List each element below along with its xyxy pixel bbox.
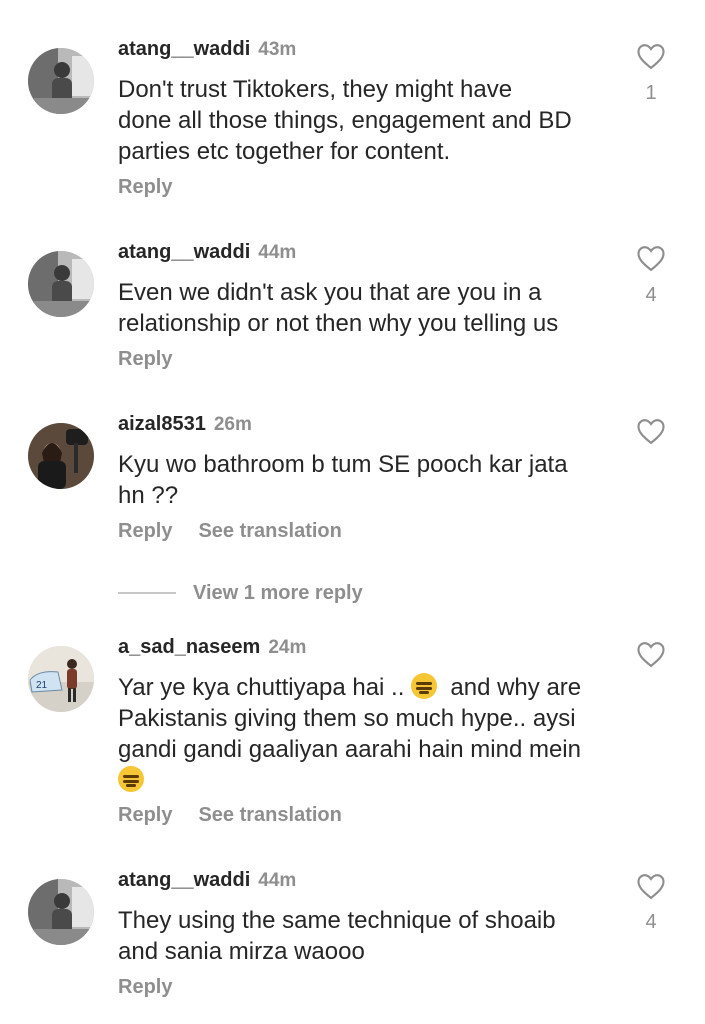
- divider-line: [118, 592, 176, 594]
- avatar-image: 21: [28, 646, 94, 712]
- see-translation-button[interactable]: See translation: [198, 520, 341, 542]
- like-button[interactable]: [636, 42, 666, 70]
- comment-text-part: Pakistanis giving them so much hype.. ay…: [118, 705, 581, 763]
- like-button[interactable]: [636, 872, 666, 900]
- comment-text: They using the same technique of shoaib …: [118, 907, 556, 965]
- expressionless-face-icon: [411, 673, 438, 699]
- timestamp: 43m: [258, 39, 297, 60]
- reply-button[interactable]: Reply: [118, 976, 172, 998]
- like-count: 4: [645, 911, 657, 933]
- reply-button[interactable]: Reply: [118, 804, 172, 826]
- comment-actions: Reply See translation: [118, 520, 342, 543]
- comment-text: Even we didn't ask you that are you in a…: [118, 279, 559, 337]
- reply-button[interactable]: Reply: [118, 348, 172, 370]
- timestamp: 24m: [268, 637, 307, 658]
- username[interactable]: atang__waddi: [118, 241, 250, 263]
- avatar[interactable]: [28, 879, 94, 945]
- svg-text:21: 21: [36, 680, 48, 691]
- see-translation-button[interactable]: See translation: [198, 804, 341, 826]
- expressionless-face-icon: [118, 766, 144, 792]
- avatar[interactable]: [28, 48, 94, 114]
- comment-text: Don't trust Tiktokers, they might have d…: [118, 76, 572, 165]
- username[interactable]: atang__waddi: [118, 869, 250, 891]
- comment-meta: aizal8531 26m: [118, 411, 252, 438]
- comment-actions: Reply: [118, 348, 172, 371]
- username[interactable]: atang__waddi: [118, 38, 250, 60]
- comment-text-part: and why are: [437, 674, 582, 701]
- like-button[interactable]: [636, 244, 666, 272]
- timestamp: 26m: [213, 414, 252, 435]
- heart-outline-icon: [637, 44, 665, 70]
- username[interactable]: aizal8531: [118, 413, 206, 435]
- avatar[interactable]: [28, 423, 94, 489]
- heart-outline-icon: [637, 246, 665, 272]
- comment-meta: atang__waddi 43m: [118, 36, 296, 63]
- comment-text-part: Yar ye kya chuttiyapa hai ..: [118, 674, 412, 701]
- like-count: 1: [645, 82, 657, 104]
- username[interactable]: a_sad_naseem: [118, 636, 260, 658]
- timestamp: 44m: [258, 242, 297, 263]
- heart-outline-icon: [637, 419, 665, 445]
- avatar-image: [28, 423, 94, 489]
- reply-button[interactable]: Reply: [118, 176, 172, 198]
- avatar-image: [28, 48, 94, 114]
- comment-text: Yar ye kya chuttiyapa hai .. and why are…: [118, 672, 628, 796]
- heart-outline-icon: [637, 874, 665, 900]
- avatar-image: [28, 879, 94, 945]
- comment-text: Kyu wo bathroom b tum SE pooch kar jata …: [118, 451, 568, 509]
- view-more-replies-label[interactable]: View 1 more reply: [193, 578, 363, 608]
- timestamp: 44m: [258, 870, 297, 891]
- heart-outline-icon: [637, 642, 665, 668]
- avatar[interactable]: [28, 251, 94, 317]
- comment-meta: a_sad_naseem 24m: [118, 634, 306, 661]
- comment-meta: atang__waddi 44m: [118, 867, 296, 894]
- reply-button[interactable]: Reply: [118, 520, 172, 542]
- avatar[interactable]: 21: [28, 646, 94, 712]
- like-button[interactable]: [636, 417, 666, 445]
- avatar-image: [28, 251, 94, 317]
- comment-actions: Reply See translation: [118, 804, 342, 827]
- like-button[interactable]: [636, 640, 666, 668]
- like-count: 4: [645, 284, 657, 306]
- comment-actions: Reply: [118, 976, 172, 999]
- comment-meta: atang__waddi 44m: [118, 239, 296, 266]
- comment-actions: Reply: [118, 176, 172, 199]
